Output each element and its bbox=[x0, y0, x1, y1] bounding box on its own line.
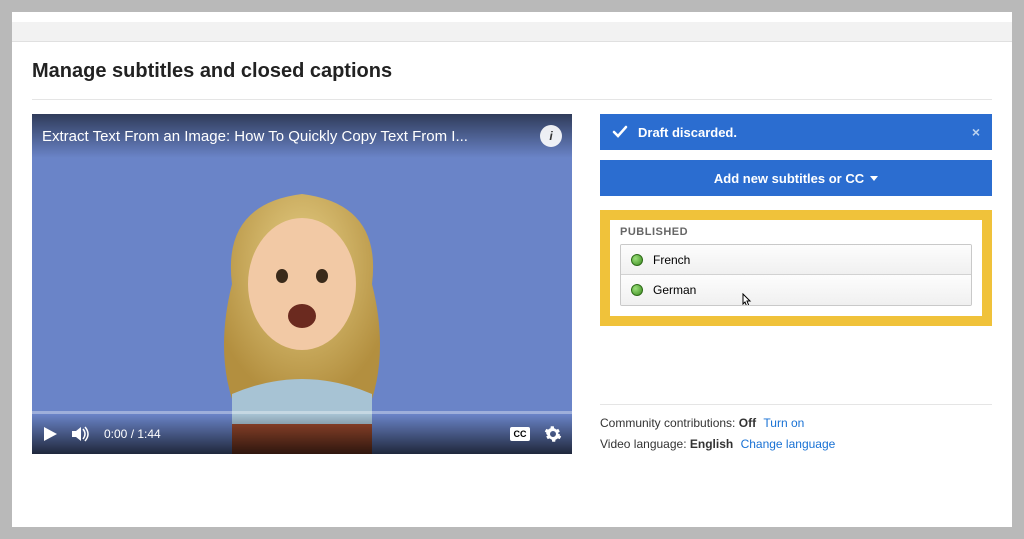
page-title: Manage subtitles and closed captions bbox=[32, 60, 992, 100]
check-icon bbox=[612, 124, 628, 140]
language-label: German bbox=[653, 283, 696, 297]
turn-on-link[interactable]: Turn on bbox=[763, 416, 804, 430]
published-heading: PUBLISHED bbox=[620, 226, 972, 238]
community-value: Off bbox=[739, 416, 756, 430]
video-player[interactable]: Extract Text From an Image: How To Quick… bbox=[32, 114, 572, 454]
footer-meta: Community contributions: Off Turn on Vid… bbox=[600, 404, 992, 454]
progress-bar[interactable] bbox=[32, 411, 572, 414]
banner-message: Draft discarded. bbox=[638, 125, 737, 140]
chevron-down-icon bbox=[870, 176, 878, 181]
cursor-icon bbox=[739, 293, 755, 306]
close-icon[interactable]: × bbox=[972, 124, 980, 140]
change-language-link[interactable]: Change language bbox=[741, 437, 836, 451]
video-language-value: English bbox=[690, 437, 733, 451]
settings-button[interactable] bbox=[544, 425, 562, 443]
status-dot-icon bbox=[631, 254, 643, 266]
info-icon[interactable]: i bbox=[540, 125, 562, 147]
play-button[interactable] bbox=[42, 426, 58, 442]
language-label: French bbox=[653, 253, 690, 267]
video-title: Extract Text From an Image: How To Quick… bbox=[42, 128, 468, 145]
add-subtitles-button[interactable]: Add new subtitles or CC bbox=[600, 160, 992, 196]
language-row-french[interactable]: French bbox=[621, 245, 971, 275]
status-dot-icon bbox=[631, 284, 643, 296]
language-list: French German bbox=[620, 244, 972, 306]
video-frame bbox=[32, 114, 572, 454]
notification-banner: Draft discarded. × bbox=[600, 114, 992, 150]
published-section-highlight: PUBLISHED French German bbox=[600, 210, 992, 326]
time-display: 0:00 / 1:44 bbox=[104, 427, 161, 441]
language-row-german[interactable]: German bbox=[621, 275, 971, 305]
volume-button[interactable] bbox=[72, 426, 90, 442]
cc-button[interactable]: CC bbox=[510, 427, 530, 441]
